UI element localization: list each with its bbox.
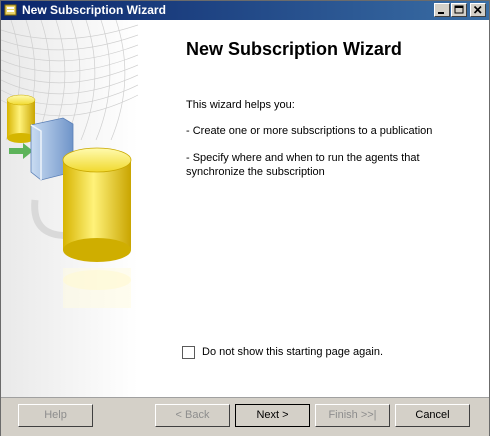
bullet-item: - Specify where and when to run the agen… xyxy=(186,152,420,178)
window-title: New Subscription Wizard xyxy=(22,3,166,17)
minimize-button[interactable] xyxy=(434,3,450,17)
title-bar: New Subscription Wizard xyxy=(1,1,489,20)
checkbox-label[interactable]: Do not show this starting page again. xyxy=(202,346,383,358)
button-bar: Help < Back Next > Finish >>| Cancel xyxy=(1,397,489,436)
intro-text: This wizard helps you: xyxy=(186,99,295,111)
finish-button[interactable]: Finish >>| xyxy=(315,404,390,427)
close-button[interactable] xyxy=(470,3,486,17)
bullet-item: - Create one or more subscriptions to a … xyxy=(186,125,433,137)
database-replication-graphic xyxy=(1,20,138,397)
help-button[interactable]: Help xyxy=(18,404,93,427)
dont-show-again-checkbox[interactable] xyxy=(182,346,195,359)
cancel-button[interactable]: Cancel xyxy=(395,404,470,427)
back-button[interactable]: < Back xyxy=(155,404,230,427)
maximize-icon xyxy=(454,5,464,14)
close-icon xyxy=(473,5,482,14)
wizard-side-graphic xyxy=(1,20,138,397)
next-button[interactable]: Next > xyxy=(235,404,310,427)
wizard-content: New Subscription Wizard This wizard help… xyxy=(138,20,489,397)
wizard-app-icon xyxy=(4,3,18,17)
wizard-window: New Subscription Wizard New Subscription… xyxy=(0,0,490,436)
minimize-icon xyxy=(438,12,444,14)
maximize-button[interactable] xyxy=(451,3,467,17)
page-title: New Subscription Wizard xyxy=(186,39,402,59)
